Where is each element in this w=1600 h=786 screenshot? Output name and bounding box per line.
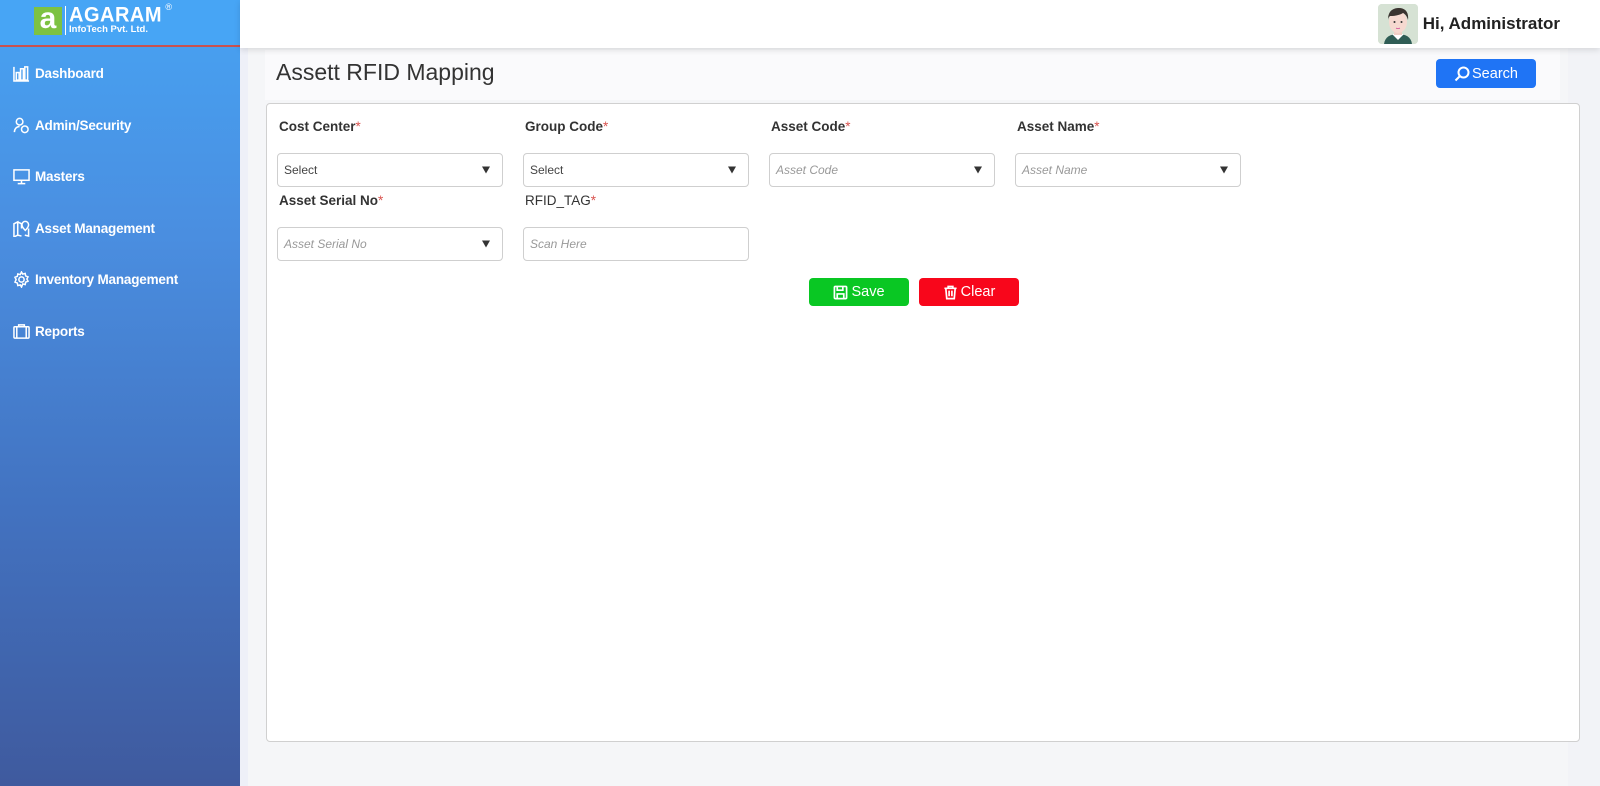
field-label: Asset Name* xyxy=(1017,119,1100,134)
caret-down-icon xyxy=(1220,166,1228,174)
user-menu[interactable]: Hi, Administrator xyxy=(1377,4,1560,44)
page-title: Assett RFID Mapping xyxy=(276,59,495,85)
select-placeholder: Asset Serial No xyxy=(284,237,367,251)
user-greeting: Hi, Administrator xyxy=(1422,14,1560,33)
monitor-icon xyxy=(12,168,30,186)
search-button[interactable]: Search xyxy=(1436,59,1536,88)
top-bar: Hi, Administrator xyxy=(240,0,1600,48)
asset-name-field: Asset Name* Asset Name xyxy=(1015,119,1241,187)
sidebar-item-reports[interactable]: Reports xyxy=(0,306,240,358)
asset-name-select[interactable]: Asset Name xyxy=(1015,153,1241,187)
content-gutter xyxy=(240,48,248,786)
asset-code-field: Asset Code* Asset Code xyxy=(769,119,995,187)
sidebar-item-label: Asset Management xyxy=(35,220,155,236)
rfid-tag-input[interactable]: Scan Here xyxy=(523,227,749,261)
field-label: Group Code* xyxy=(525,119,609,134)
sidebar-item-admin-security[interactable]: Admin/Security xyxy=(0,100,240,152)
briefcase-icon xyxy=(12,322,30,340)
user-shield-icon xyxy=(12,116,30,134)
caret-down-icon xyxy=(482,166,490,174)
map-pin-icon xyxy=(12,219,30,237)
select-value: Select xyxy=(530,163,564,177)
page-header: Assett RFID Mapping Search xyxy=(265,50,1560,100)
bar-chart-icon xyxy=(12,65,30,83)
clear-button-label: Clear xyxy=(960,284,996,300)
field-label: Asset Serial No* xyxy=(279,193,384,208)
field-label: Cost Center* xyxy=(279,119,361,134)
field-label: RFID_TAG* xyxy=(525,193,597,208)
sidebar-item-label: Dashboard xyxy=(35,66,104,82)
user-avatar-icon xyxy=(1377,4,1418,44)
sidebar-item-masters[interactable]: Masters xyxy=(0,151,240,203)
asset-code-select[interactable]: Asset Code xyxy=(769,153,995,187)
trash-icon xyxy=(944,285,957,299)
search-button-label: Search xyxy=(1472,65,1518,82)
rfid-tag-field: RFID_TAG* Scan Here xyxy=(523,193,749,261)
clear-button[interactable]: Clear xyxy=(919,278,1019,306)
logo-mark-icon: a xyxy=(34,6,62,35)
group-code-select[interactable]: Select xyxy=(523,153,749,187)
select-placeholder: Asset Name xyxy=(1022,163,1088,177)
group-code-field: Group Code* Select xyxy=(523,119,749,187)
sidebar-item-dashboard[interactable]: Dashboard xyxy=(0,48,240,100)
caret-down-icon xyxy=(482,240,490,248)
select-value: Select xyxy=(284,163,318,177)
sidebar-item-label: Reports xyxy=(35,323,85,339)
sidebar-item-asset-management[interactable]: Asset Management xyxy=(0,203,240,255)
sidebar-item-label: Masters xyxy=(35,169,85,185)
logo-area: a AGARAM InfoTech Pvt. Ltd. ® xyxy=(0,0,240,47)
sidebar-item-inventory-management[interactable]: Inventory Management xyxy=(0,254,240,306)
caret-down-icon xyxy=(974,166,982,174)
input-placeholder: Scan Here xyxy=(530,237,587,251)
company-logo[interactable]: a AGARAM InfoTech Pvt. Ltd. ® xyxy=(34,2,172,35)
gear-icon xyxy=(12,271,30,289)
sidebar-item-label: Inventory Management xyxy=(35,272,179,288)
floppy-disk-icon xyxy=(834,285,848,299)
brand-name: AGARAM xyxy=(69,3,162,27)
cost-center-field: Cost Center* Select xyxy=(277,119,503,187)
sidebar-nav: Dashboard Admin/Security Masters Asset M… xyxy=(0,48,240,357)
sidebar: a AGARAM InfoTech Pvt. Ltd. ® Dashboard … xyxy=(0,0,240,786)
logo-text: AGARAM InfoTech Pvt. Ltd. ® xyxy=(65,2,172,35)
caret-down-icon xyxy=(728,166,736,174)
search-icon xyxy=(1454,66,1470,81)
sidebar-item-label: Admin/Security xyxy=(35,117,132,133)
form-actions: Save Clear xyxy=(809,278,1029,306)
cost-center-select[interactable]: Select xyxy=(277,153,503,187)
registered-mark: ® xyxy=(165,2,172,12)
select-placeholder: Asset Code xyxy=(776,163,839,177)
asset-serial-no-field: Asset Serial No* Asset Serial No xyxy=(277,193,503,261)
avatar[interactable] xyxy=(1377,4,1418,44)
field-label: Asset Code* xyxy=(771,119,851,134)
form-card: Cost Center* Select Group Code* Select A… xyxy=(266,103,1580,742)
save-button[interactable]: Save xyxy=(809,278,909,306)
asset-serial-no-select[interactable]: Asset Serial No xyxy=(277,227,503,261)
save-button-label: Save xyxy=(851,284,885,300)
